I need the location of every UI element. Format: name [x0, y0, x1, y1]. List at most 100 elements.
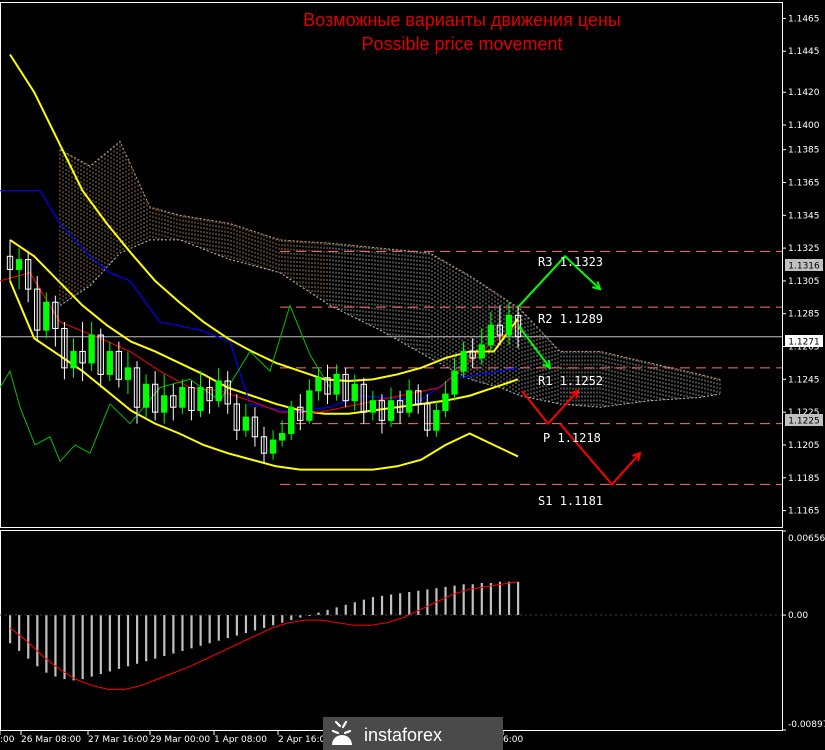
candle-body	[288, 406, 295, 434]
osma-bar	[163, 615, 166, 657]
osma-bar	[154, 615, 157, 659]
candle-body	[505, 314, 513, 336]
osma-bar	[380, 595, 384, 616]
price-tick-label: 1.1185	[788, 474, 820, 484]
candle-body	[269, 439, 277, 454]
svg-text:1.1271: 1.1271	[788, 338, 820, 348]
osma-bar	[290, 615, 293, 621]
osma-bar	[399, 593, 402, 616]
osma-bar	[453, 585, 456, 616]
price-tick-label: 1.1385	[788, 146, 820, 156]
osma-bar	[408, 591, 411, 616]
osma-bar	[117, 615, 121, 669]
osma-bar	[136, 615, 139, 664]
chart-title-en: Possible price movement	[361, 34, 562, 54]
level-label-r1: R1 1.1252	[538, 374, 603, 388]
candle-body	[315, 377, 322, 392]
candle-body	[433, 410, 440, 431]
time-tick-label: 27 Mar 16:00	[88, 735, 148, 745]
candle-body	[451, 370, 458, 395]
price-tick-label: 1.1325	[788, 244, 820, 254]
candle-body	[460, 350, 467, 372]
osma-bar	[217, 615, 220, 641]
osma-bar	[281, 615, 284, 623]
osma-bar	[126, 615, 130, 667]
osma-bar	[208, 615, 211, 644]
osma-bar	[18, 615, 21, 651]
osma-bar	[45, 615, 48, 673]
candle-body	[478, 344, 485, 359]
osma-bar	[371, 597, 375, 616]
candle-body	[487, 324, 494, 346]
level-label-r2: R2 1.1289	[538, 312, 603, 326]
svg-text:1.1316: 1.1316	[788, 262, 820, 272]
candle-body	[442, 393, 449, 412]
osma-bar	[489, 583, 492, 616]
osma-bar	[498, 581, 502, 616]
price-tick-label: 1.1420	[788, 88, 820, 98]
time-tick-label: 26 Mar 08:00	[21, 735, 81, 745]
chart-canvas: 1.1465 1.1445 1.1420 1.1400 1.1385 1.1365 1.13…	[0, 0, 825, 750]
candle-body	[142, 383, 150, 408]
osma-bar	[517, 581, 520, 616]
time-tick-label: 6:00	[503, 735, 523, 745]
osma-bar	[507, 581, 511, 616]
osma-bar	[253, 615, 257, 631]
osma-bar	[226, 615, 229, 639]
candle-body	[106, 350, 113, 375]
indicator-tick-label: -0.00897	[788, 720, 825, 730]
candle-body	[306, 390, 313, 421]
osma-bar	[54, 615, 57, 677]
price-tick-label: 1.1165	[788, 507, 820, 517]
level-label-pivot: P 1.1218	[543, 431, 601, 445]
candle-body	[124, 367, 132, 380]
osma-bar	[36, 615, 39, 667]
candle-body	[405, 390, 413, 413]
time-tick-label: 29 Mar 00:00	[150, 735, 210, 745]
osma-bar	[335, 607, 338, 616]
osma-bar	[63, 615, 66, 680]
osma-bar	[190, 615, 193, 649]
osma-bar	[362, 599, 365, 616]
osma-bar	[272, 615, 275, 626]
osma-bar	[390, 594, 393, 616]
chart-title-ru: Возможные варианты движения цены	[303, 10, 621, 30]
price-tick-label: 1.1285	[788, 310, 820, 320]
candle-body	[369, 400, 377, 413]
level-label-r3: R3 1.1323	[538, 255, 603, 269]
osma-bar	[263, 615, 266, 628]
osma-bar	[235, 615, 238, 636]
candle-body	[333, 373, 340, 395]
price-tick-label: 1.1205	[788, 441, 820, 451]
osma-bar	[108, 615, 111, 672]
osma-bar	[444, 586, 447, 616]
candle-body	[215, 380, 222, 402]
price-tag-current: 1.1271	[785, 335, 823, 348]
candle-body	[15, 259, 23, 270]
osma-bar	[344, 604, 347, 616]
instaforex-logo: instaforex	[323, 717, 503, 750]
chart-background	[0, 0, 825, 750]
price-tick-label: 1.1245	[788, 375, 820, 385]
level-label-s1: S1 1.1181	[538, 494, 603, 508]
price-tick-label: 1.1365	[788, 178, 820, 188]
osma-bar	[27, 615, 30, 659]
logo-text: instaforex	[364, 725, 442, 745]
osma-bar	[244, 615, 248, 633]
time-tick-label: 1 Apr 08:00	[214, 735, 267, 745]
osma-bar	[72, 615, 75, 681]
osma-bar	[426, 589, 429, 616]
candle-body	[197, 387, 204, 412]
price-tick-label: 1.1445	[788, 47, 820, 57]
osma-bar	[99, 615, 102, 675]
candle-body	[387, 400, 395, 421]
candle-body	[43, 301, 50, 331]
indicator-tick-label: 0.00656	[788, 534, 825, 544]
price-tick-label: 1.1305	[788, 277, 820, 287]
candle-body	[70, 350, 77, 369]
time-tick-label: :00	[0, 735, 15, 745]
price-tag-pivot: 1.1225	[785, 414, 823, 427]
osma-bar	[199, 615, 202, 646]
candle-body	[351, 383, 358, 402]
osma-bar	[145, 615, 148, 662]
